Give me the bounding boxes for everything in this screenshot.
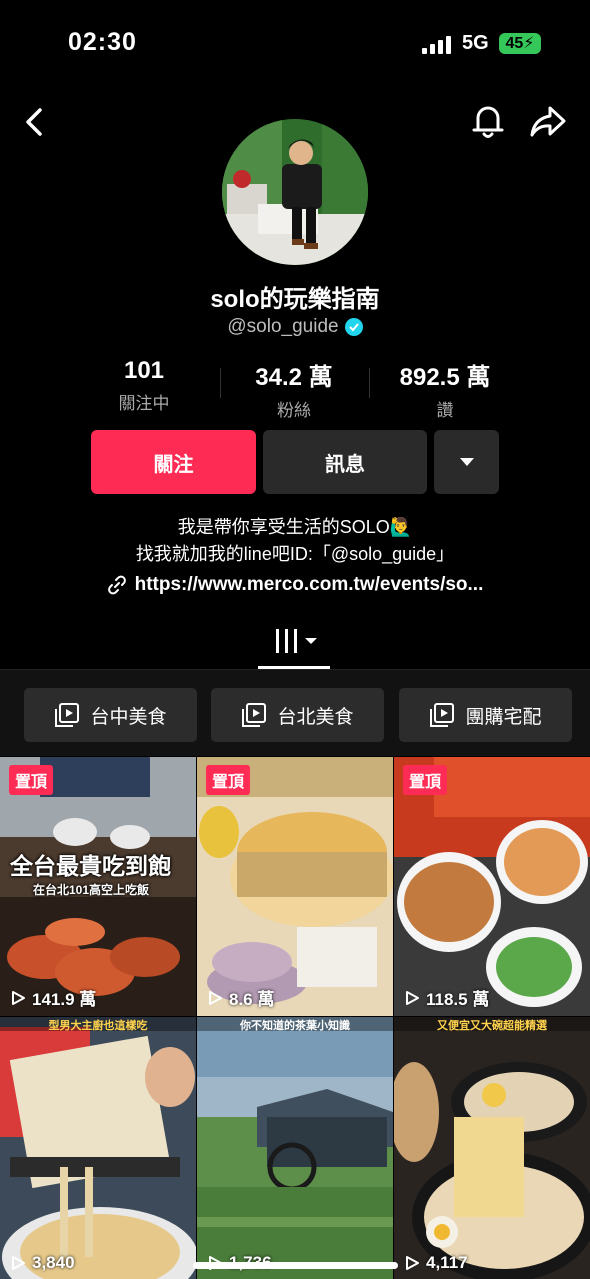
video-tile-4[interactable]: 型男大主廚也這樣吃 3,840: [0, 1017, 196, 1279]
play-icon: [406, 1256, 419, 1270]
video-thumbnail: [197, 757, 393, 1016]
video-thumbnail: [197, 1017, 393, 1279]
avatar-image: [222, 119, 368, 265]
play-icon: [209, 990, 222, 1005]
followers-label: 粉絲: [277, 401, 311, 420]
video-tile-3[interactable]: 置頂 118.5 萬: [394, 757, 590, 1016]
handle-row: @solo_guide: [0, 316, 590, 338]
pinned-badge: 置頂: [403, 765, 448, 795]
bio-line-1: 我是帶你享受生活的SOLO🙋‍♂️: [177, 517, 413, 537]
likes-count: 892.5 萬: [399, 364, 491, 391]
view-count: 141.9 萬: [10, 985, 96, 1010]
play-icon: [12, 990, 25, 1005]
playlist-taipei[interactable]: 台北美食: [211, 688, 384, 742]
message-button[interactable]: 訊息: [263, 430, 427, 494]
playlist-icon: [242, 703, 267, 727]
video-top-caption: 型男大主廚也這樣吃: [0, 1017, 196, 1031]
view-count: 3,840: [10, 1253, 75, 1273]
view-count: 118.5 萬: [404, 985, 489, 1010]
videos-grid-tab-icon[interactable]: [274, 627, 320, 657]
verified-badge-icon: [344, 318, 363, 336]
video-thumbnail: [394, 1017, 590, 1279]
video-tile-1[interactable]: 置頂 全台最貴吃到飽 在台北101高空上吃飯 141.9 萬: [0, 757, 196, 1016]
battery-level: 45: [505, 35, 524, 52]
display-name: solo的玩樂指南: [210, 286, 380, 313]
video-tile-5[interactable]: 你不知道的茶葉小知識 1,736: [197, 1017, 393, 1279]
playlist-group-buy[interactable]: 團購宅配: [399, 688, 572, 742]
status-time: 02:30: [68, 28, 137, 56]
video-subcaption: 在台北101高空上吃飯: [33, 883, 150, 897]
follow-button[interactable]: 關注: [91, 430, 256, 494]
stat-divider: [369, 368, 370, 398]
video-tile-6[interactable]: 又便宜又大碗超能精選 4,117: [394, 1017, 590, 1279]
pinned-badge: 置頂: [206, 765, 251, 795]
view-count-text: 3,840: [32, 1253, 75, 1272]
playlist-icon: [55, 703, 80, 727]
link-icon: [107, 575, 126, 595]
followers-stat[interactable]: 34.2 萬 粉絲: [234, 357, 354, 421]
view-count: 4,117: [404, 1253, 468, 1273]
likes-label: 讚: [436, 401, 454, 420]
playlist-label: 台北美食: [277, 706, 354, 728]
view-count-text: 118.5 萬: [426, 990, 490, 1009]
network-type: 5G: [462, 32, 489, 54]
following-count: 101: [123, 357, 165, 384]
playlist-icon: [430, 703, 455, 727]
video-thumbnail: [394, 757, 590, 1016]
video-top-caption: 又便宜又大碗超能精選: [394, 1017, 590, 1031]
play-icon: [406, 990, 419, 1005]
back-icon[interactable]: [20, 104, 50, 140]
status-bar: 02:30 5G 45⚡: [0, 0, 590, 90]
following-label: 關注中: [118, 394, 170, 413]
video-caption: 全台最貴吃到飽: [10, 853, 171, 879]
signal-icon: [422, 36, 452, 54]
bio-line-2: 找我就加我的line吧ID:「@solo_guide」: [135, 544, 455, 564]
video-top-caption: 你不知道的茶葉小知識: [197, 1017, 393, 1031]
share-icon[interactable]: [528, 104, 568, 140]
pinned-badge: 置頂: [9, 765, 54, 795]
avatar[interactable]: [222, 119, 368, 265]
video-thumbnail: [0, 1017, 196, 1279]
playlist-label: 團購宅配: [465, 706, 542, 728]
playlist-taichung[interactable]: 台中美食: [24, 688, 197, 742]
caret-down-icon: [459, 458, 474, 466]
view-count-text: 141.9 萬: [32, 990, 97, 1009]
stat-divider: [220, 368, 221, 398]
username: @solo_guide: [227, 316, 339, 337]
following-stat[interactable]: 101 關注中: [99, 357, 189, 414]
bell-icon[interactable]: [470, 102, 506, 140]
play-icon: [12, 1256, 25, 1270]
home-indicator[interactable]: [193, 1262, 398, 1269]
view-count: 8.6 萬: [207, 985, 274, 1010]
video-tile-2[interactable]: 置頂 8.6 萬: [197, 757, 393, 1016]
bio-link-text: https://www.merco.com.tw/events/so...: [134, 574, 484, 595]
more-options-button[interactable]: [434, 430, 499, 494]
view-count-text: 8.6 萬: [229, 990, 275, 1009]
view-count-text: 4,117: [426, 1253, 468, 1272]
followers-count: 34.2 萬: [255, 364, 333, 391]
bio-link[interactable]: https://www.merco.com.tw/events/so...: [0, 574, 590, 596]
playlist-label: 台中美食: [90, 706, 167, 728]
likes-stat[interactable]: 892.5 萬 讚: [380, 357, 510, 421]
battery-icon: 45⚡: [499, 33, 541, 54]
